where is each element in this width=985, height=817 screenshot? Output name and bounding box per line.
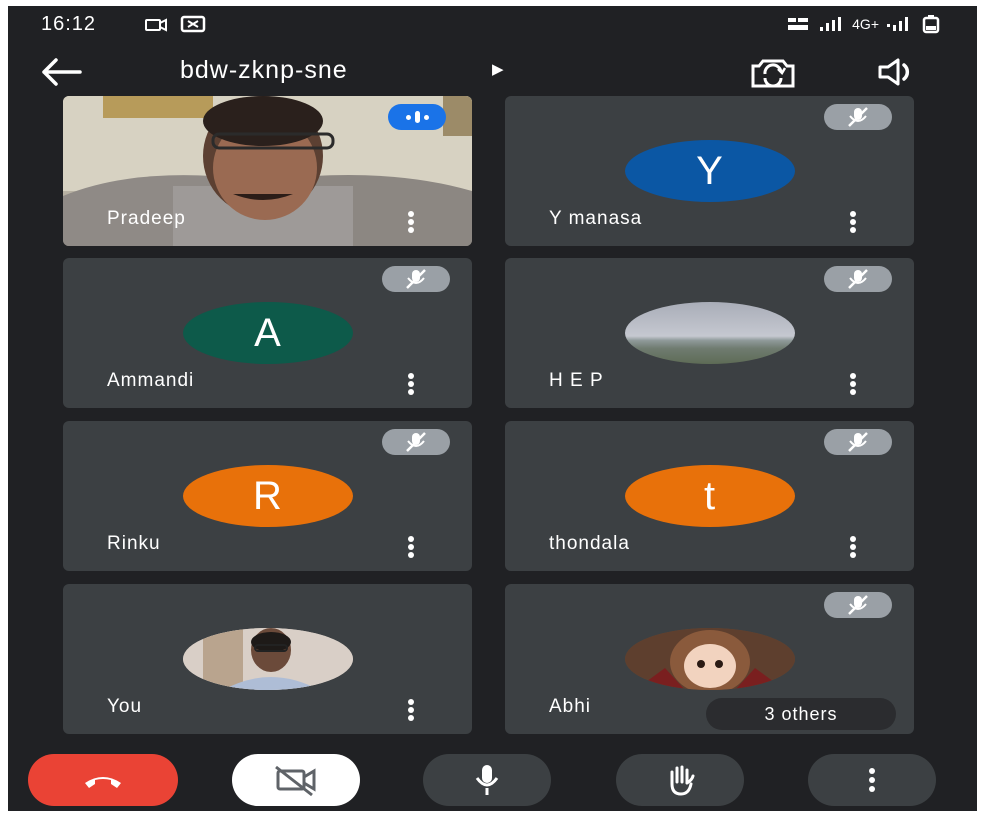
meeting-top-bar: bdw-zknp-sne ▶ xyxy=(8,46,977,98)
expand-triangle-icon[interactable]: ▶ xyxy=(492,60,504,78)
status-time: 16:12 xyxy=(41,13,97,35)
mic-off-icon xyxy=(406,269,426,289)
raise-hand-button[interactable] xyxy=(616,754,744,806)
status-bar: 16:12 4G+ xyxy=(8,6,977,40)
speaking-indicator xyxy=(388,104,446,130)
mic-off-icon xyxy=(848,595,868,615)
muted-chip xyxy=(382,429,450,455)
muted-chip xyxy=(824,592,892,618)
participant-name: Y manasa xyxy=(549,208,643,229)
participant-name: Ammandi xyxy=(107,370,195,391)
participant-more-icon[interactable] xyxy=(850,536,856,558)
call-controls xyxy=(8,748,977,808)
signal-icon xyxy=(820,17,842,31)
more-options-icon xyxy=(869,768,875,792)
participant-avatar: R xyxy=(182,465,353,527)
meet-screen: 16:12 4G+ bdw-zknp-sne ▶ Pradeep Y Y man… xyxy=(8,6,977,811)
mic-off-icon xyxy=(848,107,868,127)
participant-tile-y-manasa[interactable]: Y Y manasa xyxy=(505,96,914,246)
participant-avatar: t xyxy=(624,465,795,527)
participant-tile-ammandi[interactable]: A Ammandi xyxy=(63,258,472,408)
participant-avatar: A xyxy=(182,302,353,364)
camera-toggle-button[interactable] xyxy=(232,754,360,806)
speaker-icon[interactable] xyxy=(874,54,920,90)
participant-more-icon[interactable] xyxy=(408,211,414,233)
network-type: 4G+ xyxy=(852,16,879,32)
participant-avatar-photo xyxy=(624,302,795,364)
battery-icon xyxy=(922,15,940,34)
mic-off-icon xyxy=(848,432,868,452)
muted-chip xyxy=(824,104,892,130)
screen-share-status-icon xyxy=(180,15,206,33)
end-call-icon xyxy=(85,777,121,788)
participant-more-icon[interactable] xyxy=(408,373,414,395)
participant-tile-thondala[interactable]: t thondala xyxy=(505,421,914,571)
status-right: 4G+ xyxy=(786,14,941,34)
signal-2-icon xyxy=(887,17,908,31)
participant-name: Pradeep xyxy=(107,208,186,229)
mic-toggle-button[interactable] xyxy=(423,754,551,806)
muted-chip xyxy=(824,266,892,292)
participant-tile-hep[interactable]: H E P xyxy=(505,258,914,408)
participant-more-icon[interactable] xyxy=(850,211,856,233)
participant-more-icon[interactable] xyxy=(408,699,414,721)
mic-off-icon xyxy=(406,432,426,452)
abhi-photo xyxy=(624,628,795,690)
participant-avatar-photo xyxy=(624,628,795,690)
camera-off-icon xyxy=(275,765,316,797)
participant-avatar-photo xyxy=(182,628,353,690)
switch-camera-icon[interactable] xyxy=(745,52,801,92)
mic-icon xyxy=(475,765,499,795)
participant-name: Abhi xyxy=(549,696,592,717)
you-photo xyxy=(182,628,353,690)
camera-status-icon xyxy=(145,18,167,32)
meeting-code[interactable]: bdw-zknp-sne xyxy=(180,56,348,85)
participant-tile-pradeep[interactable]: Pradeep xyxy=(63,96,472,246)
participant-tile-rinku[interactable]: R Rinku xyxy=(63,421,472,571)
participant-name: H E P xyxy=(549,370,604,391)
raise-hand-icon xyxy=(670,765,695,796)
end-call-button[interactable] xyxy=(28,754,178,806)
participant-more-icon[interactable] xyxy=(850,373,856,395)
participant-more-icon[interactable] xyxy=(408,536,414,558)
participant-avatar: Y xyxy=(624,140,795,202)
volte-icon xyxy=(788,18,809,30)
others-chip[interactable]: 3 others xyxy=(706,698,896,730)
participant-tile-you[interactable]: You xyxy=(63,584,472,734)
participant-tile-abhi[interactable]: Abhi 3 others xyxy=(505,584,914,734)
mic-off-icon xyxy=(848,269,868,289)
participant-name: You xyxy=(107,696,143,717)
muted-chip xyxy=(382,266,450,292)
participant-name: thondala xyxy=(549,533,630,554)
muted-chip xyxy=(824,429,892,455)
back-arrow-icon[interactable] xyxy=(36,54,86,90)
participant-name: Rinku xyxy=(107,533,161,554)
more-options-button[interactable] xyxy=(808,754,936,806)
